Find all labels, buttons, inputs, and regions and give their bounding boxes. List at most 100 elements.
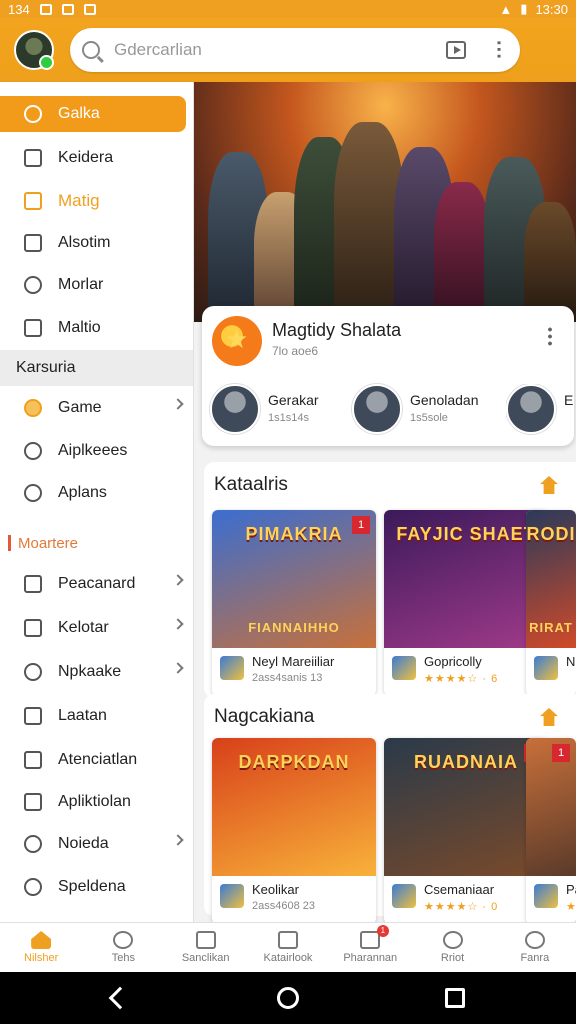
sidebar-item-label: Peacanard <box>58 575 136 592</box>
app-logo <box>212 316 262 366</box>
nav-item[interactable]: Rriot <box>411 923 493 972</box>
panel-title: Kataalris <box>214 474 288 495</box>
nav-label: Sanclikan <box>181 952 230 964</box>
hero-figure <box>434 182 490 322</box>
home-icon <box>31 931 52 949</box>
game-icon <box>392 884 416 908</box>
sidebar-item[interactable]: Laatan <box>0 696 193 736</box>
sidebar-item[interactable]: Maltio <box>0 308 193 348</box>
sidebar-item[interactable]: Keidera <box>0 138 193 178</box>
sidebar-item[interactable]: Noieda <box>0 824 193 864</box>
sidebar-item-label: Npkaake <box>58 663 122 680</box>
game-icon <box>392 656 416 680</box>
game-card[interactable]: DARPKDAN Keolikar 2ass4608 23 <box>212 738 376 924</box>
developer-item[interactable]: E <box>506 384 574 440</box>
sidebar-item-label: Keidera <box>58 149 114 166</box>
game-card[interactable]: RODI RIRAT N <box>526 510 576 696</box>
clock-icon <box>24 442 42 460</box>
nav-label: Tehs <box>111 952 136 964</box>
sidebar-item-label: Laatan <box>58 707 107 724</box>
category-panel-1: Kataalris PIMAKRIA FIANNAIHHO 1 Neyl Mareii… <box>204 462 576 698</box>
chevron-right-icon <box>172 574 184 586</box>
clock-icon <box>24 835 42 853</box>
game-icon <box>220 884 244 908</box>
clock-icon <box>24 105 42 123</box>
upgrade-icon[interactable] <box>540 476 558 494</box>
chevron-right-icon <box>172 398 184 410</box>
hero-banner[interactable] <box>194 82 576 322</box>
game-meta: 2ass4608 23 <box>252 900 315 912</box>
search-bar[interactable]: Gdercarlian ··· <box>70 28 520 72</box>
signal-icon: ▲ <box>499 1 513 17</box>
recents-icon[interactable] <box>445 988 465 1008</box>
status-time-right: 13:30 <box>535 1 568 17</box>
developer-item[interactable]: Genoladan 1s5sole <box>352 384 502 440</box>
sidebar-item[interactable]: Npkaake <box>0 652 193 692</box>
game-art-caption: RIRAT <box>529 620 573 635</box>
chevron-right-icon <box>172 662 184 674</box>
sidebar-item-label: Aiplkeees <box>58 442 128 459</box>
home-circle-icon[interactable] <box>277 987 299 1009</box>
user-search-icon <box>24 878 42 896</box>
nav-item[interactable]: Katairlook <box>247 923 329 972</box>
developer-item[interactable]: Gerakar 1s1s14s <box>210 384 350 440</box>
sidebar-subheading: Moartere <box>0 528 193 558</box>
sidebar-item[interactable]: Galka <box>0 96 186 132</box>
game-art-caption: FIANNAIHHO <box>248 620 340 635</box>
sidebar-item[interactable]: Matig <box>0 181 193 221</box>
play-icon[interactable] <box>446 41 466 59</box>
nav-label: Nilsher <box>24 952 59 964</box>
game-card[interactable]: RUADNAIA2Csemaniaar★★★★☆ · 0 <box>384 738 548 924</box>
sidebar-item[interactable]: Peacanard <box>0 564 193 604</box>
game-card[interactable]: 1 Pantar ★★★★ <box>526 738 576 924</box>
game-meta: ★★★★☆ · 6 <box>424 673 499 685</box>
nav-item[interactable]: Sanclikan <box>165 923 247 972</box>
hero-figure <box>524 202 576 322</box>
more-options-icon[interactable]: ··· <box>487 40 509 60</box>
notification-icon <box>83 3 96 15</box>
sidebar-item[interactable]: Kelotar <box>0 608 193 648</box>
more-options-icon[interactable] <box>548 326 552 346</box>
upgrade-icon[interactable] <box>540 708 558 726</box>
nav-label: Pharannan <box>343 952 398 964</box>
sidebar-item[interactable]: Speldena <box>0 867 193 907</box>
game-card[interactable]: FAYJIC SHAET Gopricolly ★★★★☆ · 6 <box>384 510 548 696</box>
nav-item[interactable]: Nilsher <box>0 923 82 972</box>
avatar[interactable] <box>14 30 54 70</box>
sidebar-item[interactable]: Alsotim <box>0 223 193 263</box>
chevron-right-icon <box>172 618 184 630</box>
game-name: Gopricolly <box>424 654 482 669</box>
nav-item[interactable]: Tehs <box>82 923 164 972</box>
game-art-title: RODI <box>526 524 576 544</box>
game-meta: 2ass4sanis 13 <box>252 672 323 684</box>
featured-card[interactable]: Magtidy Shalata 7lo aoe6 Gerakar 1s1s14s… <box>202 306 574 446</box>
sidebar-item[interactable]: Aplans <box>0 473 193 513</box>
search-icon <box>442 931 463 949</box>
sidebar-item[interactable]: Aiplkeees <box>0 431 193 471</box>
sidebar-item[interactable]: Game <box>0 388 193 428</box>
sidebar-item[interactable]: Atenciatlan <box>0 740 193 780</box>
developer-meta: 1s1s14s <box>268 412 309 424</box>
nav-item[interactable]: Fanra <box>494 923 576 972</box>
search-icon <box>24 276 42 294</box>
game-name: Pantar <box>566 882 576 897</box>
back-icon[interactable] <box>108 986 132 1010</box>
sidebar-item-label: Matig <box>58 191 100 210</box>
compass-icon <box>24 663 42 681</box>
sidebar-item-label: Speldena <box>58 878 126 895</box>
game-icon <box>534 656 558 680</box>
status-time-left: 134 <box>8 1 30 17</box>
game-art-title: FAYJIC SHAET <box>396 524 536 544</box>
clock-icon <box>113 931 134 949</box>
game-card[interactable]: PIMAKRIA FIANNAIHHO 1 Neyl Mareiiliar 2ass4s… <box>212 510 376 696</box>
sidebar-item[interactable]: Morlar <box>0 265 193 305</box>
rank-badge: 1 <box>352 516 370 534</box>
notification-badge: 1 <box>376 925 389 937</box>
box-icon <box>24 192 42 210</box>
game-art-title: DARPKDAN <box>238 752 350 772</box>
sidebar-item-label: Apliktiolan <box>58 793 131 810</box>
sidebar-item-label: Atenciatlan <box>58 751 138 768</box>
sidebar-item[interactable]: Apliktiolan <box>0 782 193 822</box>
nav-item[interactable]: 1 Pharannan <box>329 923 411 972</box>
search-input[interactable]: Gdercarlian <box>114 40 446 60</box>
